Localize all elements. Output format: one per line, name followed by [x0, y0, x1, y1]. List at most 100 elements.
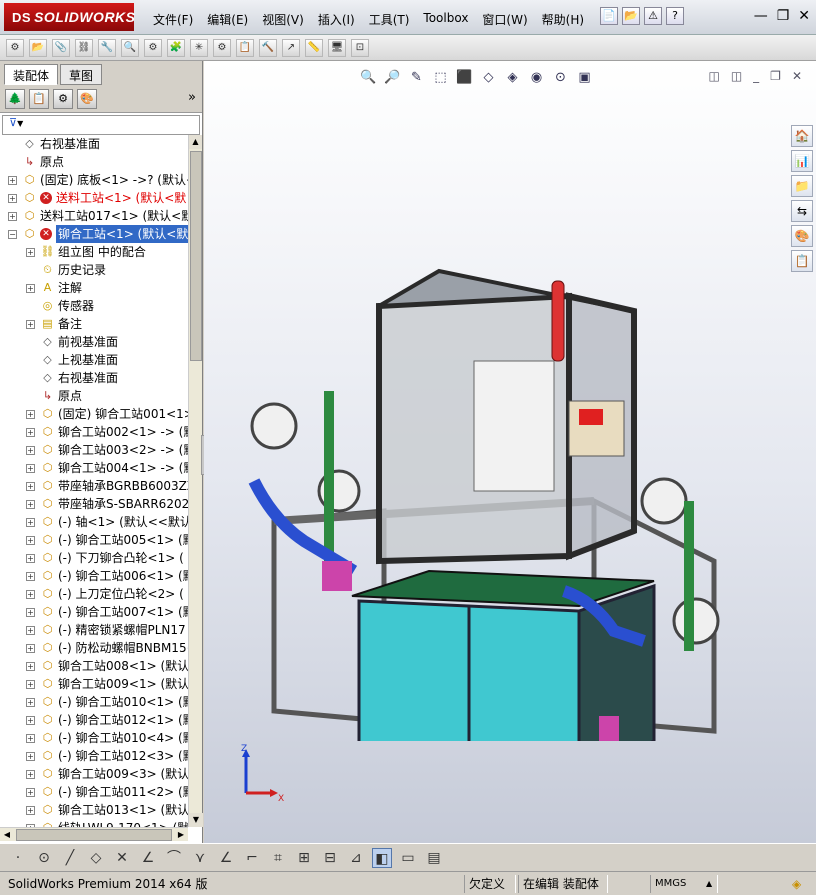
tile-icon[interactable]: ◫ — [708, 69, 719, 83]
expand-toggle-icon[interactable]: + — [26, 248, 35, 257]
sketch-tool-icon[interactable]: ⌒ — [164, 848, 184, 868]
view-tool-icon[interactable]: ◉ — [527, 68, 546, 87]
scroll-right-arrow-icon[interactable]: ▶ — [174, 828, 188, 842]
expand-toggle-icon[interactable]: + — [26, 626, 35, 635]
tree-item[interactable]: + ▤ 备注 — [0, 315, 188, 333]
tree-item[interactable]: + A 注解 — [0, 279, 188, 297]
toolbar-tool-icon[interactable]: ⚙ — [6, 38, 24, 57]
tree-item[interactable]: ⏲ 历史记录 — [0, 261, 188, 279]
tree-item[interactable]: ◇ 上视基准面 — [0, 351, 188, 369]
tree-item[interactable]: + ⬡ ✕ 送料工站<1> (默认<默 — [0, 189, 188, 207]
file-explorer-icon[interactable]: ⇆ — [791, 200, 813, 222]
tree-item[interactable]: ◇ 右视基准面 — [0, 369, 188, 387]
tree-item[interactable]: + ⬡ (-) 铆合工站007<1> (默 — [0, 603, 188, 621]
tree-item[interactable]: + ⬡ 铆合工站009<3> (默认< — [0, 765, 188, 783]
view-tool-icon[interactable]: ⬚ — [431, 68, 450, 87]
expand-toggle-icon[interactable]: + — [26, 446, 35, 455]
expand-toggle-icon[interactable]: + — [26, 662, 35, 671]
tree-item[interactable]: + ⬡ (-) 铆合工站012<1> (默 — [0, 711, 188, 729]
new-document-icon[interactable]: 📄 — [600, 7, 618, 25]
toolbar-tool-icon[interactable]: 🧩 — [167, 38, 185, 57]
tab-assembly[interactable]: 装配体 — [4, 64, 59, 85]
view-tool-icon[interactable]: ✎ — [407, 68, 426, 87]
toolbar-tool-icon[interactable]: ⛓ — [75, 38, 93, 57]
sketch-tool-icon[interactable]: ⊿ — [346, 848, 366, 868]
tree-item[interactable]: ◎ 传感器 — [0, 297, 188, 315]
help-icon[interactable]: ? — [666, 7, 684, 25]
appearance-icon[interactable]: 🎨 — [77, 88, 97, 109]
open-icon[interactable]: 📂 — [622, 7, 640, 25]
tree-item[interactable]: + ⬡ (-) 铆合工站010<1> (默 — [0, 693, 188, 711]
solidworks-logo[interactable]: DS SOLIDWORKS — [4, 3, 135, 31]
toolbar-tool-icon[interactable]: 🖥 — [328, 38, 346, 57]
expand-toggle-icon[interactable]: + — [26, 536, 35, 545]
menu-item[interactable]: 视图(V) — [255, 9, 311, 30]
menu-item[interactable]: 窗口(W) — [475, 9, 534, 30]
tree-item[interactable]: + ⬡ (-) 铆合工站012<3> (默 — [0, 747, 188, 765]
home-icon[interactable]: 🏠 — [791, 125, 813, 147]
graphics-viewport[interactable]: 🔍 🔎 ✎ ⬚ ⬛ ◇ ◈ ◉ ⊙ ▣ ◫ ◫ _ ❐ ✕ 🏠 📊 📁 ⇆ 🎨 📋 — [204, 61, 816, 843]
expand-toggle-icon[interactable]: + — [26, 518, 35, 527]
expand-toggle-icon[interactable]: + — [26, 590, 35, 599]
expand-toggle-icon[interactable]: + — [26, 320, 35, 329]
tree-item[interactable]: + ⬡ 铆合工站009<1> (默认< — [0, 675, 188, 693]
sketch-tool-icon[interactable]: ∠ — [216, 848, 236, 868]
toolbar-tool-icon[interactable]: ⚙ — [144, 38, 162, 57]
menu-item[interactable]: 编辑(E) — [200, 9, 255, 30]
sketch-tool-icon[interactable]: ╱ — [60, 848, 80, 868]
tree-item[interactable]: ↳ 原点 — [0, 153, 188, 171]
menu-item[interactable]: 插入(I) — [311, 9, 362, 30]
custom-properties-icon[interactable]: 📋 — [791, 250, 813, 272]
tag-icon[interactable]: ◈ — [788, 875, 805, 893]
tree-vertical-scrollbar[interactable]: ▲ ▼ — [188, 135, 203, 827]
expand-toggle-icon[interactable]: + — [26, 608, 35, 617]
units-caret-icon[interactable]: ▲ — [702, 875, 716, 893]
tree-item[interactable]: − ⬡ ✕ 铆合工站<1> (默认<默 — [0, 225, 188, 243]
sketch-tool-icon[interactable]: ⊞ — [294, 848, 314, 868]
sketch-tool-icon[interactable]: ✕ — [112, 848, 132, 868]
expand-toggle-icon[interactable]: + — [26, 500, 35, 509]
toolbar-tool-icon[interactable]: ⚙ — [213, 38, 231, 57]
tree-item[interactable]: + ⬡ 铆合工站004<1> -> (默 — [0, 459, 188, 477]
view-tool-icon[interactable]: ◈ — [503, 68, 522, 87]
scroll-up-arrow-icon[interactable]: ▲ — [189, 135, 202, 149]
tree-item[interactable]: + ⛓ 组立图 中的配合 — [0, 243, 188, 261]
close-icon[interactable]: ✕ — [792, 69, 802, 83]
sketch-tool-icon[interactable]: ∠ — [138, 848, 158, 868]
expand-toggle-icon[interactable]: + — [8, 176, 17, 185]
toolbar-tool-icon[interactable]: 📋 — [236, 38, 254, 57]
expand-toggle-icon[interactable]: + — [26, 464, 35, 473]
expand-toggle-icon[interactable]: + — [26, 770, 35, 779]
toolbar-tool-icon[interactable]: 🔍 — [121, 38, 139, 57]
filter-field[interactable]: ⊽▼ — [2, 115, 200, 135]
config-icon[interactable]: ⚙ — [53, 88, 73, 109]
toolbar-tool-icon[interactable]: 📏 — [305, 38, 323, 57]
tree-item[interactable]: + ⬡ (-) 铆合工站011<2> (默 — [0, 783, 188, 801]
tree-item[interactable]: + ⬡ 铆合工站002<1> -> (默 — [0, 423, 188, 441]
tree-item[interactable]: + ⬡ (-) 铆合工站010<4> (默 — [0, 729, 188, 747]
tree-item[interactable]: + ⬡ (-) 精密锁紧螺帽PLN17 — [0, 621, 188, 639]
view-tool-icon[interactable]: ⊙ — [551, 68, 570, 87]
tree-item[interactable]: + ⬡ (-) 铆合工站006<1> (默 — [0, 567, 188, 585]
scroll-down-arrow-icon[interactable]: ▼ — [189, 813, 203, 827]
tree-item[interactable]: + ⬡ (固定) 铆合工站001<1> — [0, 405, 188, 423]
tree-item[interactable]: + ⬡ 带座轴承BGRBB6003ZZ-3 — [0, 477, 188, 495]
tree-item[interactable]: + ⬡ (-) 下刀铆合凸轮<1> ( — [0, 549, 188, 567]
toolbar-tool-icon[interactable]: 🔨 — [259, 38, 277, 57]
minimize-icon[interactable]: _ — [753, 69, 759, 83]
tree-item[interactable]: + ⬡ 送料工站017<1> (默认<默 — [0, 207, 188, 225]
menu-item[interactable]: 文件(F) — [146, 9, 200, 30]
sketch-tool-icon[interactable]: ◧ — [372, 847, 392, 868]
toolbar-tool-icon[interactable]: ⊡ — [351, 38, 369, 57]
sketch-tool-icon[interactable]: ⌗ — [268, 848, 288, 868]
expand-toggle-icon[interactable]: − — [8, 230, 17, 239]
expand-toggle-icon[interactable]: + — [8, 212, 17, 221]
sketch-tool-icon[interactable]: ▭ — [398, 848, 418, 868]
restore-icon[interactable]: ❐ — [770, 69, 781, 83]
toolbar-tool-icon[interactable]: 📎 — [52, 38, 70, 57]
sketch-tool-icon[interactable]: ▤ — [424, 848, 444, 868]
expand-toggle-icon[interactable]: + — [26, 482, 35, 491]
view-tool-icon[interactable]: ◇ — [479, 68, 498, 87]
minimize-icon[interactable]: — — [754, 8, 768, 24]
expand-panel-icon[interactable]: » — [188, 90, 196, 105]
